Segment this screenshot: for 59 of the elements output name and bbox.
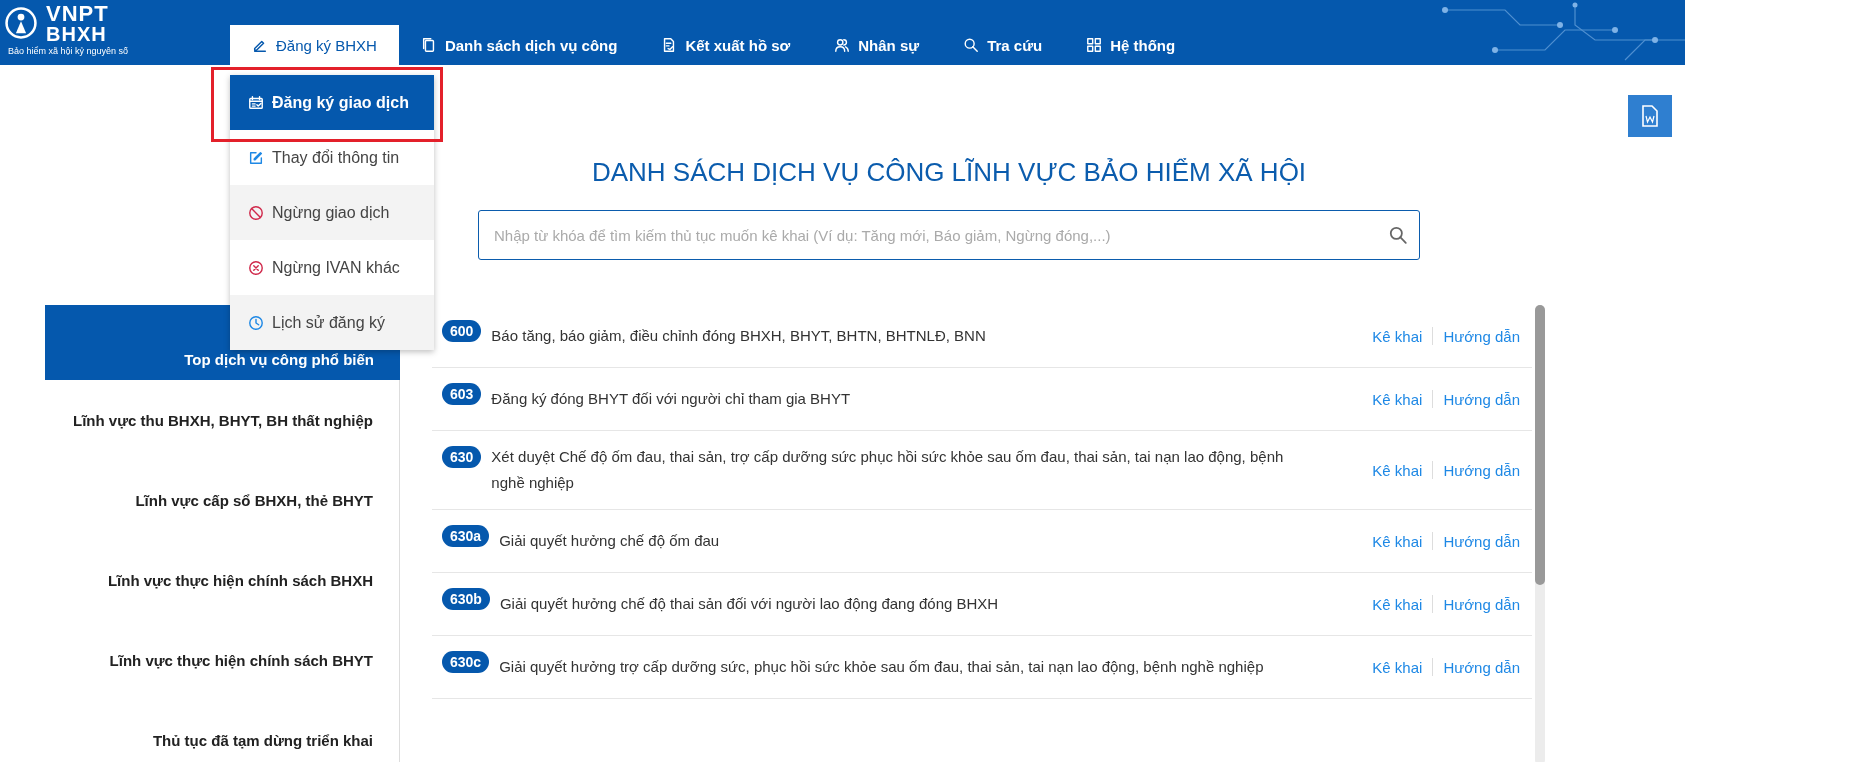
menu-item[interactable]: Thay đổi thông tin xyxy=(230,130,434,185)
search-icon xyxy=(1388,225,1408,245)
service-name: Báo tăng, báo giảm, điều chỉnh đóng BHXH, BHYT, BHTN, BHTNLĐ, BNN xyxy=(491,326,987,346)
category-item[interactable]: Lĩnh vực thu BHXH, BHYT, BH thất nghiệp xyxy=(45,380,400,460)
nav-tab[interactable]: Kết xuất hồ sơ xyxy=(639,25,813,65)
guide-link[interactable]: Hướng dẫn xyxy=(1443,327,1520,345)
menu-item[interactable]: Ngừng giao dịch xyxy=(230,185,434,240)
code-badge: 630c xyxy=(442,651,490,673)
nav-tab[interactable]: Danh sách dịch vụ công xyxy=(398,25,640,65)
word-file-icon xyxy=(1641,105,1659,127)
code-badge: 630b xyxy=(442,588,490,610)
category-item[interactable]: Thủ tục đã tạm dừng triển khai xyxy=(45,700,400,762)
menu-item[interactable]: Đăng ký giao dịch xyxy=(230,75,434,130)
x-circle-icon xyxy=(248,259,264,276)
declare-link[interactable]: Kê khai xyxy=(1372,390,1423,408)
declare-link[interactable]: Kê khai xyxy=(1372,461,1423,479)
nav-tab[interactable]: Hệ thống xyxy=(1064,25,1198,65)
code-badge: 630a xyxy=(442,525,490,547)
calendar-check-icon xyxy=(248,94,264,111)
category-item[interactable]: Lĩnh vực thực hiện chính sách BHYT xyxy=(45,620,400,700)
declare-link[interactable]: Kê khai xyxy=(1372,658,1423,676)
guide-link[interactable]: Hướng dẫn xyxy=(1443,595,1520,613)
category-item[interactable]: Lĩnh vực cấp sổ BHXH, thẻ BHYT xyxy=(45,460,400,540)
users-icon xyxy=(834,37,851,53)
clock-icon xyxy=(248,314,264,331)
guide-link[interactable]: Hướng dẫn xyxy=(1443,390,1520,408)
declare-link[interactable]: Kê khai xyxy=(1372,327,1423,345)
logo-icon xyxy=(4,6,38,40)
guide-link[interactable]: Hướng dẫn xyxy=(1443,658,1520,676)
category-item[interactable]: Lĩnh vực thực hiện chính sách BHXH xyxy=(45,540,400,620)
grid-icon xyxy=(1086,37,1103,53)
menu-item[interactable]: Ngừng IVAN khác xyxy=(230,240,434,295)
document-icon xyxy=(420,37,437,53)
guide-link[interactable]: Hướng dẫn xyxy=(1443,461,1520,479)
service-name: Giải quyết hưởng trợ cấp dưỡng sức, phục hồi sức khỏe sau ốm đau, thai sản, tai nạn lao động, bệnh nghề nghiệp xyxy=(499,657,1265,677)
nav-tab[interactable]: Tra cứu xyxy=(941,25,1065,65)
declare-link[interactable]: Kê khai xyxy=(1372,532,1423,550)
ban-icon xyxy=(248,204,264,221)
code-badge: 630 xyxy=(442,446,482,468)
guide-link[interactable]: Hướng dẫn xyxy=(1443,532,1520,550)
service-name: Đăng ký đóng BHYT đối với người chỉ tham gia BHYT xyxy=(491,389,852,409)
declare-link[interactable]: Kê khai xyxy=(1372,595,1423,613)
scrollbar[interactable] xyxy=(1535,305,1545,762)
menu-item[interactable]: Lịch sử đăng ký xyxy=(230,295,434,350)
service-name: Giải quyết hưởng chế độ thai sản đối với người lao động đang đóng BHXH xyxy=(499,594,1000,614)
edit-icon xyxy=(248,149,264,166)
logo-brand: VNPT xyxy=(46,4,110,24)
word-export-button[interactable] xyxy=(1628,95,1672,137)
code-badge: 603 xyxy=(442,383,482,405)
service-name: Giải quyết hưởng chế độ ốm đau xyxy=(499,531,721,551)
logo-product: BHXH xyxy=(46,24,108,44)
code-badge: 600 xyxy=(442,320,482,342)
search-field[interactable]: Nhập từ khóa để tìm kiếm thủ tục muốn kê khai (Ví dụ: Tăng mới, Báo giảm, Ngừng đóng,...) xyxy=(478,210,1420,260)
search-icon xyxy=(963,37,980,53)
service-name: Xét duyệt Chế độ ốm đau, thai sản, trợ cấp dưỡng sức phục hồi sức khỏe sau ốm đau, thai sản, tai nạn lao động, bệnh nghề nghiệp xyxy=(491,447,1285,493)
logo-tagline: Bảo hiểm xã hội kỷ nguyên số xyxy=(8,46,130,56)
nav-tab[interactable]: Đăng ký BHXH xyxy=(230,25,399,65)
nav-tab[interactable]: Nhân sự xyxy=(812,25,942,65)
page-title: DANH SÁCH DỊCH VỤ CÔNG LĨNH VỰC BẢO HIỂM XÃ HỘI xyxy=(590,157,1308,188)
